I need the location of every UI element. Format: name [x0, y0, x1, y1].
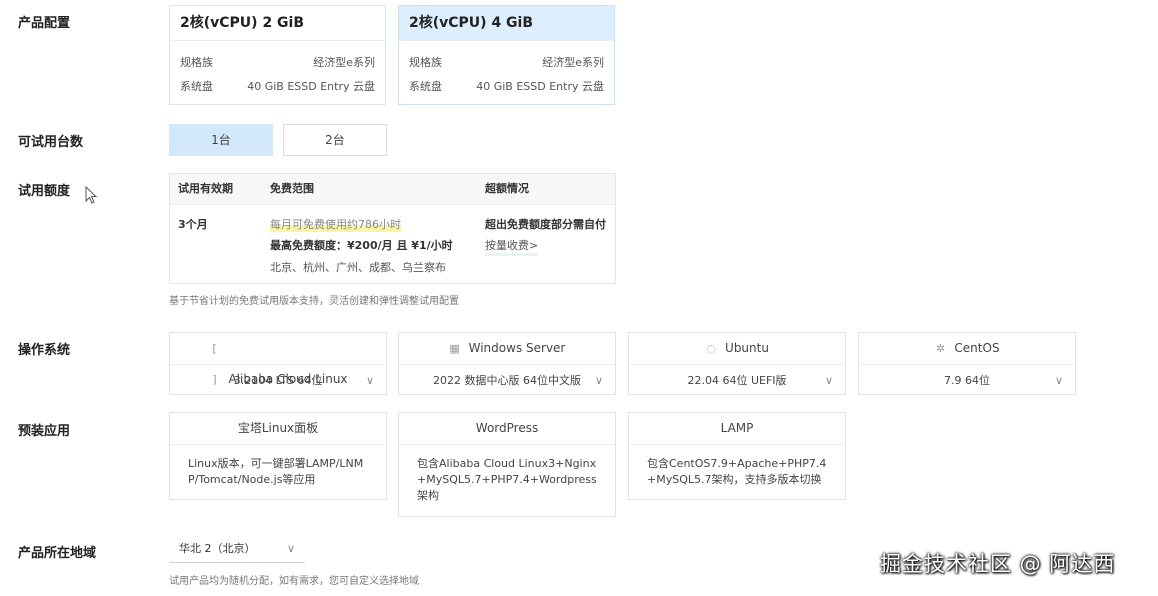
centos-icon: ✲: [935, 342, 946, 355]
pay-as-you-go-link[interactable]: 按量收费>: [485, 237, 539, 256]
spec-title: 2核(vCPU) 2 GiB: [170, 6, 385, 41]
label-trial-count: 可试用台数: [18, 135, 84, 150]
free-max-quota: 最高免费额度：¥200/月 且 ¥1/小时: [270, 239, 453, 252]
free-regions: 北京、杭州、广州、成都、乌兰察布: [270, 261, 446, 274]
chevron-down-icon: ∨: [594, 374, 603, 387]
overage-note: 超出免费额度部分需自付: [485, 218, 606, 231]
spec-family-value: 经济型e系列: [313, 56, 375, 69]
mouse-cursor-icon: [85, 186, 98, 204]
spec-card-2c2g[interactable]: 2核(vCPU) 2 GiB 规格族 经济型e系列 系统盘 40 GiB ESS…: [169, 5, 386, 105]
os-version: 22.04 64位 UEFI版: [687, 374, 787, 387]
app-card-baota[interactable]: 宝塔Linux面板 Linux版本，可一键部署LAMP/LNMP/Tomcat/…: [169, 412, 387, 500]
os-card-windows-server[interactable]: ▦ Windows Server 2022 数据中心版 64位中文版 ∨: [398, 332, 616, 395]
spec-disk-key: 系统盘: [409, 80, 442, 93]
region-select[interactable]: 华北 2（北京） ∨: [169, 535, 305, 563]
spec-disk-value: 40 GiB ESSD Entry 云盘: [247, 80, 375, 93]
chevron-down-icon: ∨: [286, 542, 295, 555]
app-card-wordpress[interactable]: WordPress 包含Alibaba Cloud Linux3+Nginx+M…: [398, 412, 616, 517]
os-card-ubuntu[interactable]: ◌ Ubuntu 22.04 64位 UEFI版 ∨: [628, 332, 846, 395]
free-hours: 每月可免费使用约786小时: [270, 216, 401, 232]
os-version-select[interactable]: 22.04 64位 UEFI版 ∨: [629, 365, 845, 396]
quantity-1-button[interactable]: 1台: [169, 124, 273, 156]
app-description: 包含Alibaba Cloud Linux3+Nginx+MySQL5.7+PH…: [417, 457, 597, 502]
os-version: 2022 数据中心版 64位中文版: [433, 374, 581, 387]
label-preinstalled: 预装应用: [18, 424, 71, 439]
header-period: 试用有效期: [178, 182, 233, 195]
os-version: 7.9 64位: [944, 374, 990, 387]
spec-card-2c4g[interactable]: 2核(vCPU) 4 GiB 规格族 经济型e系列 系统盘 40 GiB ESS…: [398, 5, 615, 105]
ubuntu-icon: ◌: [706, 342, 716, 355]
os-version-select[interactable]: 2022 数据中心版 64位中文版 ∨: [399, 365, 615, 396]
chevron-down-icon: ∨: [1054, 374, 1063, 387]
spec-disk-key: 系统盘: [180, 80, 213, 93]
region-value: 华北 2（北京）: [179, 542, 256, 555]
header-overage: 超额情况: [485, 182, 529, 195]
os-card-alibaba-cloud-linux[interactable]: [ ] Alibaba Cloud Linux 3.2104 LTS 64位 ∨: [169, 332, 387, 395]
app-card-lamp[interactable]: LAMP 包含CentOS7.9+Apache+PHP7.4+MySQL5.7架…: [628, 412, 846, 500]
spec-family-value: 经济型e系列: [542, 56, 604, 69]
chevron-down-icon: ∨: [365, 374, 374, 387]
label-region: 产品所在地域: [18, 546, 97, 561]
spec-disk-value: 40 GiB ESSD Entry 云盘: [476, 80, 604, 93]
windows-icon: ▦: [449, 342, 460, 355]
app-description: 包含CentOS7.9+Apache+PHP7.4+MySQL5.7架构，支持多…: [647, 457, 827, 486]
watermark: 掘金技术社区 @ 阿达西: [880, 552, 1116, 576]
label-trial-quota: 试用额度: [18, 184, 71, 199]
app-description: Linux版本，可一键部署LAMP/LNMP/Tomcat/Node.js等应用: [188, 457, 364, 486]
os-version: 3.2104 LTS 64位: [233, 374, 323, 387]
quantity-2-button[interactable]: 2台: [283, 124, 387, 156]
header-free-scope: 免费范围: [270, 182, 314, 195]
trial-period: 3个月: [178, 218, 208, 231]
app-name: WordPress: [399, 413, 615, 445]
label-os: 操作系统: [18, 343, 71, 358]
label-product-config: 产品配置: [18, 16, 71, 31]
app-name: 宝塔Linux面板: [170, 413, 386, 445]
app-name: LAMP: [629, 413, 845, 445]
spec-title: 2核(vCPU) 4 GiB: [399, 6, 614, 41]
os-version-select[interactable]: 7.9 64位 ∨: [859, 365, 1075, 396]
chevron-down-icon: ∨: [824, 374, 833, 387]
os-version-select[interactable]: 3.2104 LTS 64位 ∨: [170, 365, 386, 396]
os-name: Ubuntu: [725, 341, 769, 355]
trial-quota-table: 试用有效期 免费范围 超额情况 3个月 每月可免费使用约786小时 最高免费额度…: [169, 173, 616, 284]
os-card-centos[interactable]: ✲ CentOS 7.9 64位 ∨: [858, 332, 1076, 395]
os-name: CentOS: [954, 341, 1000, 355]
region-note: 试用产品均为随机分配，如有需求，您可自定义选择地域: [169, 576, 419, 587]
os-name: Windows Server: [468, 341, 566, 355]
spec-family-key: 规格族: [409, 56, 442, 69]
spec-family-key: 规格族: [180, 56, 213, 69]
trial-note: 基于节省计划的免费试用版本支持，灵活创建和弹性调整试用配置: [169, 296, 459, 307]
